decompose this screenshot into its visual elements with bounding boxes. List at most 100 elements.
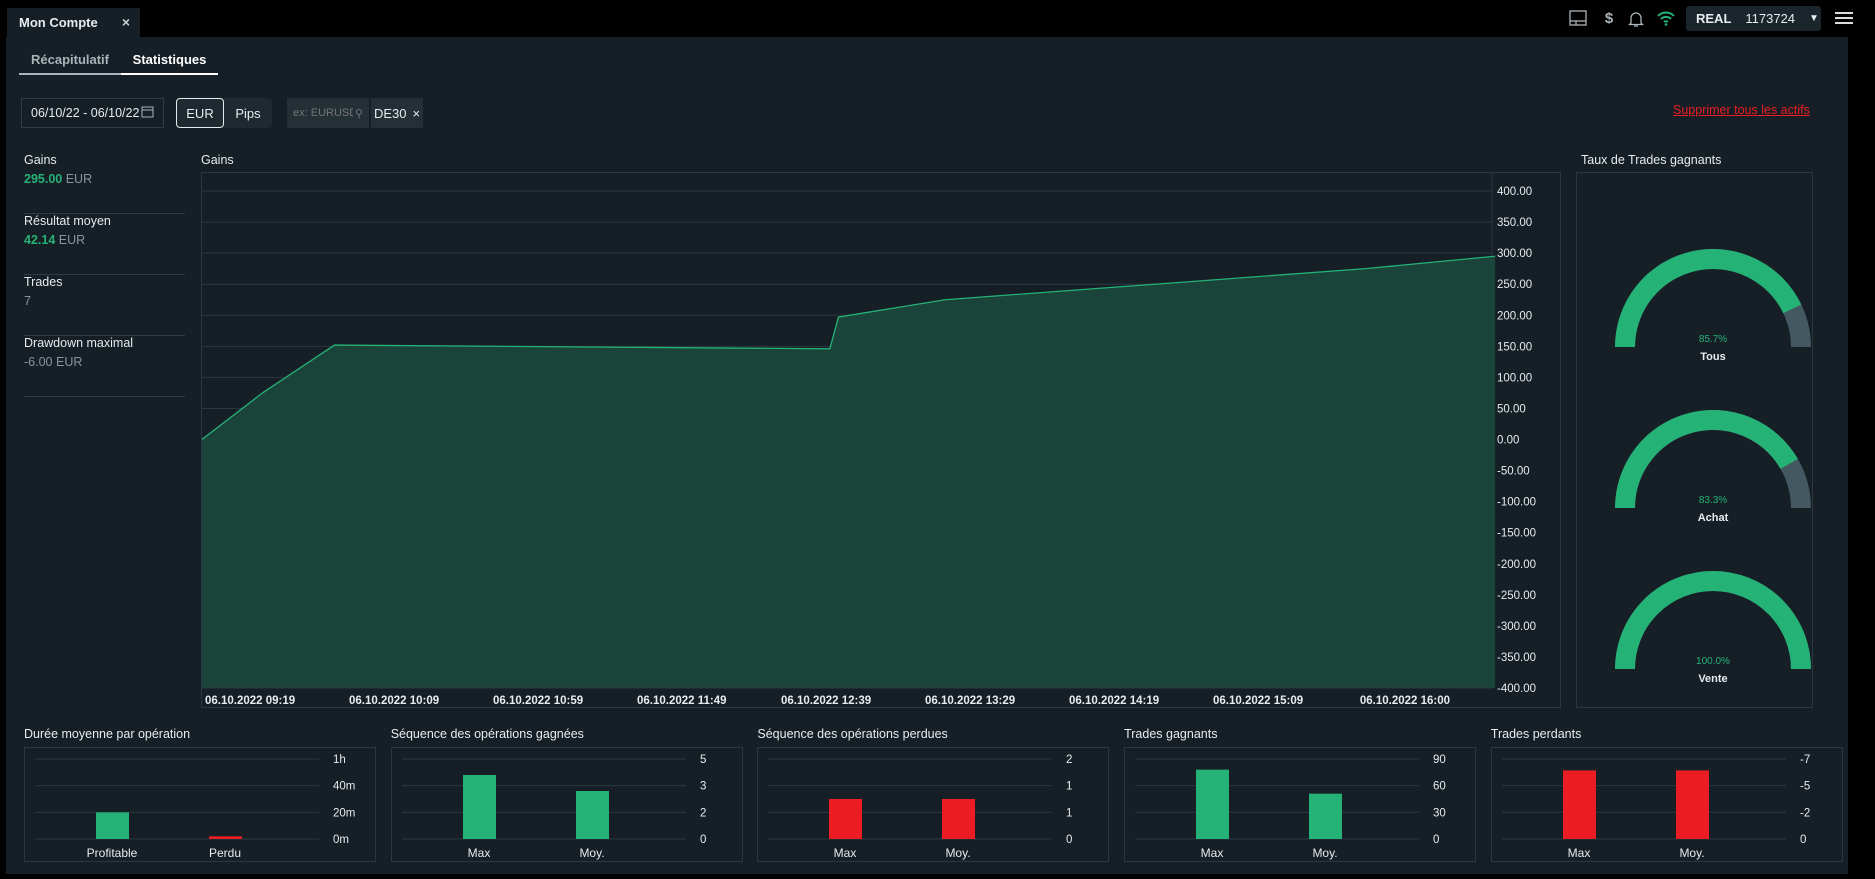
x-category-label: Max — [834, 846, 857, 860]
search-icon: ⚲ — [354, 107, 363, 120]
account-selector[interactable]: REAL 1173724 ▼ — [1686, 6, 1821, 31]
unit-toggle: EUR Pips — [176, 98, 272, 128]
x-tick-label: 06.10.2022 12:39 — [781, 695, 871, 707]
tab-statistiques[interactable]: Statistiques — [121, 52, 218, 75]
y-tick-label: 90 — [1433, 754, 1446, 766]
y-tick-label: -5 — [1800, 781, 1810, 793]
y-tick-label: 350.00 — [1497, 217, 1532, 229]
x-category-label: Max — [1201, 846, 1224, 860]
stat-1: Résultat moyen 42.14 EUR — [24, 214, 185, 275]
wifi-icon — [1656, 10, 1676, 28]
x-category-label: Perdu — [209, 846, 241, 860]
y-tick-label: 100.00 — [1497, 372, 1532, 384]
x-category-label: Max — [467, 846, 490, 860]
y-tick-label: 1h — [333, 754, 346, 766]
y-tick-label: 300.00 — [1497, 248, 1532, 260]
x-tick-label: 06.10.2022 09:19 — [205, 695, 295, 707]
stat-value: 7 — [24, 294, 31, 308]
subtabs: Récapitulatif Statistiques — [19, 52, 218, 75]
stat-2: Trades 7 — [24, 275, 185, 336]
y-tick-label: 0 — [700, 834, 706, 846]
y-tick-label: 2 — [700, 807, 706, 819]
y-tick-label: 50.00 — [1497, 403, 1526, 415]
gains-chart: 400.00 350.00 300.00 250.00 200.00 150.00 100.… — [201, 172, 1561, 708]
bar — [1562, 770, 1596, 839]
y-tick-label: -150.00 — [1497, 528, 1536, 540]
bar — [462, 775, 496, 839]
gauge-value: 100.0% — [1696, 656, 1730, 667]
y-tick-label: -250.00 — [1497, 590, 1536, 602]
gauge-label: Tous — [1700, 351, 1725, 363]
y-tick-label: 60 — [1433, 781, 1446, 793]
y-tick-label: -100.00 — [1497, 497, 1536, 509]
y-tick-label: 400.00 — [1497, 186, 1532, 198]
bar — [1196, 769, 1230, 839]
stat-unit: EUR — [65, 172, 93, 186]
bar-chart-1: 1h 40m 20m 0m Profitable Perdu — [24, 747, 376, 862]
bar — [575, 791, 609, 839]
y-tick-label: 30 — [1433, 807, 1446, 819]
y-tick-label: 2 — [1066, 754, 1072, 766]
x-tick-label: 06.10.2022 10:59 — [493, 695, 583, 707]
bell-icon[interactable] — [1626, 10, 1646, 28]
gauges-panel: 85.7% Tous 83.3% Achat 100.0% Vente — [1576, 172, 1813, 708]
stat-3: Drawdown maximal -6.00 EUR — [24, 336, 185, 397]
x-tick-label: 06.10.2022 11:49 — [637, 695, 727, 707]
bar-chart-title: Trades gagnants — [1124, 727, 1218, 741]
bar — [96, 812, 129, 839]
y-tick-label: 200.00 — [1497, 310, 1532, 322]
bar-chart-3: 2 1 1 0 Max Moy. — [757, 747, 1110, 862]
stat-label: Trades — [24, 275, 63, 289]
bar — [942, 799, 976, 839]
asset-search[interactable]: ⚲ — [287, 98, 369, 128]
y-tick-label: 1 — [1066, 807, 1072, 819]
y-tick-label: 0 — [1433, 834, 1439, 846]
clear-all-assets-link[interactable]: Supprimer tous les actifs — [1673, 103, 1810, 117]
stat-label: Gains — [24, 153, 57, 167]
y-tick-label: -2 — [1800, 807, 1810, 819]
window-tab-title: Mon Compte — [19, 15, 98, 30]
bar-chart-title: Trades perdants — [1490, 727, 1582, 741]
y-tick-label: 20m — [333, 807, 355, 819]
y-tick-label: 0 — [1800, 834, 1806, 846]
unit-eur-button[interactable]: EUR — [176, 98, 224, 128]
layout-icon[interactable] — [1568, 10, 1588, 28]
x-category-label: Moy. — [1313, 846, 1338, 860]
x-tick-label: 06.10.2022 15:09 — [1213, 695, 1303, 707]
x-tick-label: 06.10.2022 13:29 — [925, 695, 1015, 707]
gauge-value: 85.7% — [1699, 334, 1727, 345]
stat-value-row: -6.00 EUR — [24, 355, 185, 369]
bar — [829, 799, 863, 839]
unit-pips-button[interactable]: Pips — [224, 98, 272, 128]
asset-chip: DE30 × — [371, 98, 423, 128]
close-icon[interactable]: × — [412, 106, 420, 121]
y-tick-label: -200.00 — [1497, 559, 1536, 571]
bar — [1309, 793, 1343, 839]
dollar-signal-icon[interactable]: $ — [1599, 10, 1619, 28]
stat-value-row: 42.14 EUR — [24, 233, 185, 247]
stat-label: Drawdown maximal — [24, 336, 134, 350]
y-tick-label: 0m — [333, 834, 349, 846]
bar-chart-2: 5 3 2 0 Max Moy. — [390, 747, 743, 862]
calendar-icon — [141, 105, 154, 121]
y-tick-label: 0.00 — [1497, 435, 1519, 447]
y-tick-label: -50.00 — [1497, 466, 1530, 478]
asset-chip-label: DE30 — [373, 105, 407, 121]
date-range-picker[interactable]: 06/10/22 - 06/10/22 — [21, 98, 164, 128]
x-category-label: Profitable — [87, 846, 138, 860]
close-icon[interactable]: × — [122, 14, 130, 30]
y-tick-label: 150.00 — [1497, 341, 1532, 353]
x-category-label: Moy. — [579, 846, 604, 860]
stat-value: 42.14 — [24, 233, 56, 247]
stat-value-row: 7 — [24, 294, 185, 308]
gains-chart-title: Gains — [201, 153, 234, 167]
stat-0: Gains 295.00 EUR — [24, 153, 185, 214]
tab-recapitulatif[interactable]: Récapitulatif — [19, 52, 121, 75]
asset-search-input[interactable] — [293, 107, 353, 119]
y-tick-label: 0 — [1066, 834, 1072, 846]
hamburger-menu-icon[interactable] — [1835, 12, 1853, 24]
bar — [1675, 770, 1709, 839]
window-tab-mon-compte[interactable]: Mon Compte × — [7, 8, 140, 37]
x-tick-label: 06.10.2022 14:19 — [1069, 695, 1159, 707]
account-type: REAL — [1696, 11, 1732, 26]
